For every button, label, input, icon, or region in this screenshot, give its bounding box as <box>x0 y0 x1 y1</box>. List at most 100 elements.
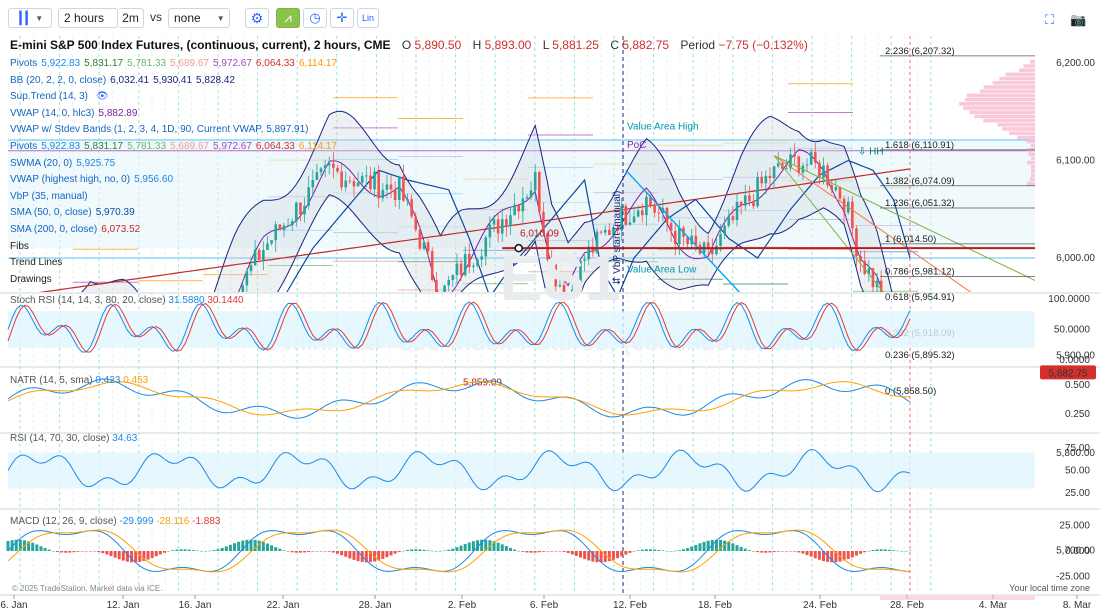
macd-hist-bar <box>900 550 904 552</box>
candle-body <box>653 206 656 213</box>
volume-profile-bar <box>969 110 1035 114</box>
candle-body <box>402 176 405 201</box>
crosshair-button[interactable]: ✛ <box>330 8 354 28</box>
macd-hist-bar <box>76 551 80 552</box>
macd-hist-bar <box>261 541 265 551</box>
date-axis-label: 16. Jan <box>179 600 212 611</box>
compare-symbol-dropdown[interactable]: none ▼ <box>168 8 230 28</box>
indicator-row[interactable]: Pivots 5,922.83 5,831.17 5,781.33 5,689.67 5,… <box>10 58 341 70</box>
linear-scale-button[interactable]: Lin <box>357 8 379 28</box>
candle-body <box>760 176 764 184</box>
candle-body <box>640 210 644 216</box>
candle-body <box>764 175 768 184</box>
chart-canvas[interactable]: ES1E-mini S&P 500 Index Futures, (contin… <box>0 0 1100 615</box>
candle-body <box>739 201 743 206</box>
drawing-group-drawings[interactable]: Drawings <box>10 274 52 286</box>
macd-hist-bar <box>611 551 615 560</box>
date-axis-label: 2. Feb <box>448 600 477 611</box>
gear-icon: ⚙ <box>250 9 264 26</box>
candle-body <box>776 163 780 167</box>
macd-hist-bar <box>459 545 463 551</box>
indicator-value: 5,781.33 <box>127 58 167 69</box>
indicator-row[interactable]: SMA (50, 0, close) 5,970.39 <box>10 207 139 219</box>
fib-level-label: 1.236 (6,051.32) <box>885 198 955 209</box>
indicators-button[interactable]: ⩘ <box>276 8 300 28</box>
drawing-group-fibs[interactable]: Fibs <box>10 241 29 253</box>
indicator-value: 5,956.60 <box>134 174 174 186</box>
period-label: Period <box>680 38 716 52</box>
indicator-value: 5,828.42 <box>196 74 235 86</box>
macd-hist-bar <box>883 549 887 551</box>
macd-hist-bar <box>673 550 677 552</box>
candle-body <box>603 229 607 233</box>
candle-body <box>397 176 401 200</box>
compare-interval-dropdown[interactable]: 2m <box>118 8 144 28</box>
candle-body <box>147 351 150 371</box>
price-axis-tick: 6,000.00 <box>1056 253 1095 264</box>
natr-axis-tick: 0.250 <box>1065 409 1090 420</box>
volume-profile-bar <box>1027 160 1035 165</box>
macd-hist-bar <box>105 551 109 555</box>
indicator-row[interactable]: VbP (35, manual) <box>10 191 92 203</box>
macd-hist-bar <box>887 549 891 551</box>
indicator-row[interactable]: Sup.Trend (14, 3) 👁 <box>10 91 113 103</box>
camera-icon[interactable]: 📷 <box>1070 12 1086 27</box>
candle-body <box>253 249 257 266</box>
visibility-eye-icon[interactable]: 👁 <box>96 91 109 102</box>
macd-hist-bar <box>158 551 162 555</box>
macd-hist-bar <box>294 551 298 553</box>
indicator-row[interactable]: Pivots 5,922.83 5,831.17 5,781.33 5,689.67 5,… <box>10 141 341 153</box>
macd-hist-bar <box>315 551 319 552</box>
volume-profile-bar <box>983 85 1035 89</box>
candle-body <box>447 279 451 286</box>
macd-hist-bar <box>513 549 517 551</box>
candle-body <box>410 199 413 217</box>
macd-hist-bar <box>525 551 529 553</box>
macd-hist-bar <box>303 551 307 553</box>
macd-hist-bar <box>504 546 508 551</box>
candle-body <box>323 165 327 169</box>
candle-body <box>467 253 471 268</box>
candle-body <box>266 243 269 250</box>
fullscreen-icon[interactable]: ⛶ <box>1045 12 1059 27</box>
volume-profile-bar <box>1005 72 1035 77</box>
macd-hist-bar <box>624 551 628 555</box>
macd-hist-bar <box>204 550 208 552</box>
indicator-row[interactable]: VWAP (14, 0, hlc3) 5,882.89 <box>10 108 141 120</box>
indicator-row[interactable]: VWAP (highest high, no, 0) 5,956.60 <box>10 174 177 186</box>
candle-body <box>249 265 253 272</box>
macd-legend-part: -1.883 <box>192 516 221 527</box>
macd-hist-bar <box>735 545 739 551</box>
candle-body <box>455 263 459 276</box>
macd-hist-bar <box>381 551 385 559</box>
chart-type-dropdown[interactable]: ┃┃ ▼ <box>8 8 52 28</box>
macd-hist-bar <box>171 550 175 551</box>
candle-body <box>303 205 306 215</box>
settings-button[interactable]: ⚙ <box>245 8 269 28</box>
replay-button[interactable]: ◷ <box>303 8 327 28</box>
candle-body <box>459 263 463 276</box>
macd-hist-bar <box>39 546 43 551</box>
indicator-value: 6,114.17 <box>298 141 338 152</box>
candle-body <box>451 275 455 280</box>
macd-hist-bar <box>270 545 274 551</box>
macd-hist-bar <box>690 546 694 551</box>
indicator-row[interactable]: SWMA (20, 0) 5,925.75 <box>10 158 119 170</box>
macd-hist-bar <box>323 551 327 552</box>
volume-profile-bar <box>1028 152 1035 156</box>
macd-hist-bar <box>813 551 817 559</box>
macd-hist-bar <box>84 551 88 552</box>
interval-dropdown[interactable]: 2 hours <box>58 8 118 28</box>
timeline-zone <box>880 596 1035 600</box>
macd-hist-bar <box>496 542 500 551</box>
indicator-row[interactable]: BB (20, 2, 2, 0, close) 6,032.41 5,930.41 5… <box>10 75 239 87</box>
date-axis-label: 8. Mar <box>1063 600 1092 611</box>
volume-profile-bar <box>1026 139 1035 144</box>
candle-body <box>476 259 479 266</box>
low-label: L <box>542 38 549 52</box>
drawing-group-trend-lines[interactable]: Trend Lines <box>10 257 62 269</box>
indicator-row[interactable]: VWAP w/ Stdev Bands (1, 2, 3, 4, 1D, 90,… <box>10 124 312 136</box>
volume-profile-bar <box>1031 165 1035 169</box>
indicator-row[interactable]: SMA (200, 0, close) 6,073.52 <box>10 224 144 236</box>
macd-hist-bar <box>443 550 447 552</box>
